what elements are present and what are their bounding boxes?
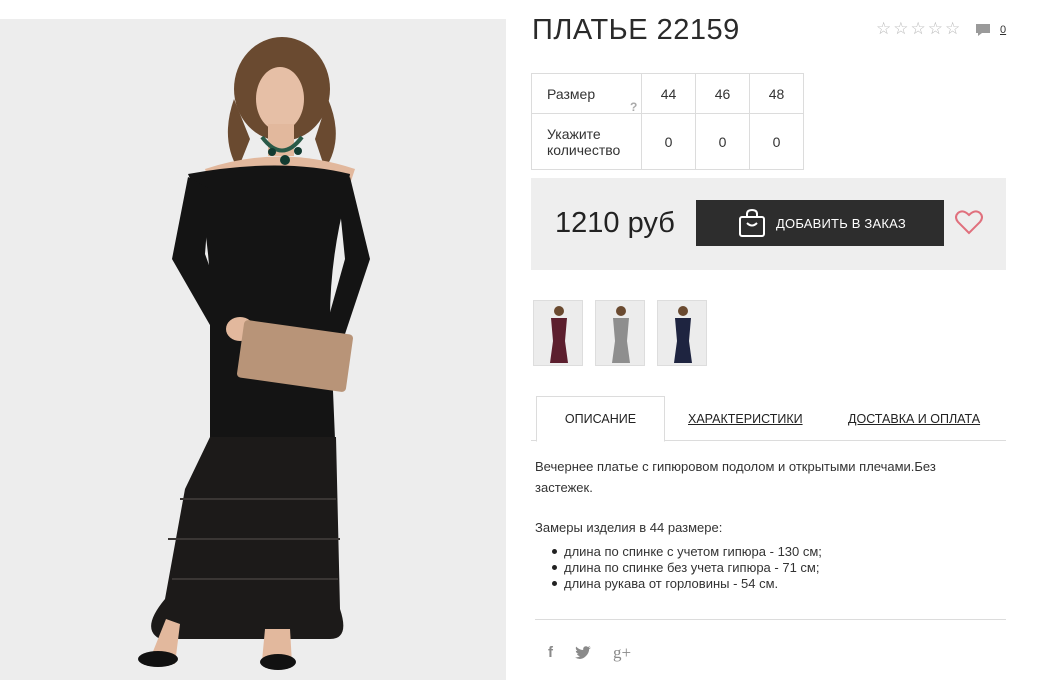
comment-icon[interactable] xyxy=(975,23,991,37)
divider xyxy=(535,619,1006,620)
tab-characteristics[interactable]: ХАРАКТЕРИСТИКИ xyxy=(688,396,803,441)
qty-input-48[interactable]: 0 xyxy=(749,113,804,170)
thumb-grey[interactable] xyxy=(595,300,645,366)
star-icon[interactable]: ☆ xyxy=(893,20,908,37)
size-48: 48 xyxy=(749,73,804,114)
rating-stars[interactable]: ☆ ☆ ☆ ☆ ☆ xyxy=(876,20,960,37)
thumb-navy[interactable] xyxy=(657,300,707,366)
social-share: f g+ xyxy=(548,644,631,661)
star-icon[interactable]: ☆ xyxy=(928,20,943,37)
price: 1210 руб xyxy=(555,207,675,239)
list-item: длина рукава от горловины - 54 см. xyxy=(552,576,822,592)
description-text: Вечернее платье с гипюровом подолом и от… xyxy=(535,459,936,495)
facebook-icon[interactable]: f xyxy=(548,645,553,660)
size-table: Размер ? 44 46 48 Укажите количество 0 0… xyxy=(531,73,804,170)
qty-input-44[interactable]: 0 xyxy=(641,113,696,170)
product-title: ПЛАТЬЕ 22159 xyxy=(532,14,740,46)
size-44: 44 xyxy=(641,73,696,114)
tab-description[interactable]: ОПИСАНИЕ xyxy=(536,396,665,442)
heart-icon[interactable] xyxy=(955,209,983,235)
list-item: длина по спинке с учетом гипюра - 130 см… xyxy=(552,544,822,560)
star-icon[interactable]: ☆ xyxy=(876,20,891,37)
star-icon[interactable]: ☆ xyxy=(911,20,926,37)
star-icon[interactable]: ☆ xyxy=(945,20,960,37)
product-tabs: ОПИСАНИЕ ХАРАКТЕРИСТИКИ ДОСТАВКА И ОПЛАТ… xyxy=(531,396,1006,442)
twitter-icon[interactable] xyxy=(575,646,591,659)
measures-title: Замеры изделия в 44 размере: xyxy=(535,520,723,535)
list-item: длина по спинке без учета гипюра - 71 см… xyxy=(552,560,822,576)
qty-input-46[interactable]: 0 xyxy=(695,113,750,170)
measures-list: длина по спинке с учетом гипюра - 130 см… xyxy=(552,544,822,592)
tab-delivery-payment[interactable]: ДОСТАВКА И ОПЛАТА xyxy=(848,396,980,441)
googleplus-icon[interactable]: g+ xyxy=(613,644,631,661)
size-label-cell: Размер ? xyxy=(531,73,642,114)
thumbnail-list xyxy=(533,300,707,366)
price-block: 1210 руб ДОБАВИТЬ В ЗАКАЗ xyxy=(531,178,1006,270)
add-to-order-label: ДОБАВИТЬ В ЗАКАЗ xyxy=(776,215,906,231)
help-icon[interactable]: ? xyxy=(630,100,637,114)
thumb-burgundy[interactable] xyxy=(533,300,583,366)
qty-label: Укажите количество xyxy=(531,113,642,170)
product-photo[interactable] xyxy=(0,19,506,680)
add-to-order-button[interactable]: ДОБАВИТЬ В ЗАКАЗ xyxy=(696,200,944,246)
size-label: Размер xyxy=(547,85,596,102)
comment-count-link[interactable]: 0 xyxy=(1000,24,1006,36)
size-46: 46 xyxy=(695,73,750,114)
shopping-bag-icon xyxy=(739,208,765,237)
